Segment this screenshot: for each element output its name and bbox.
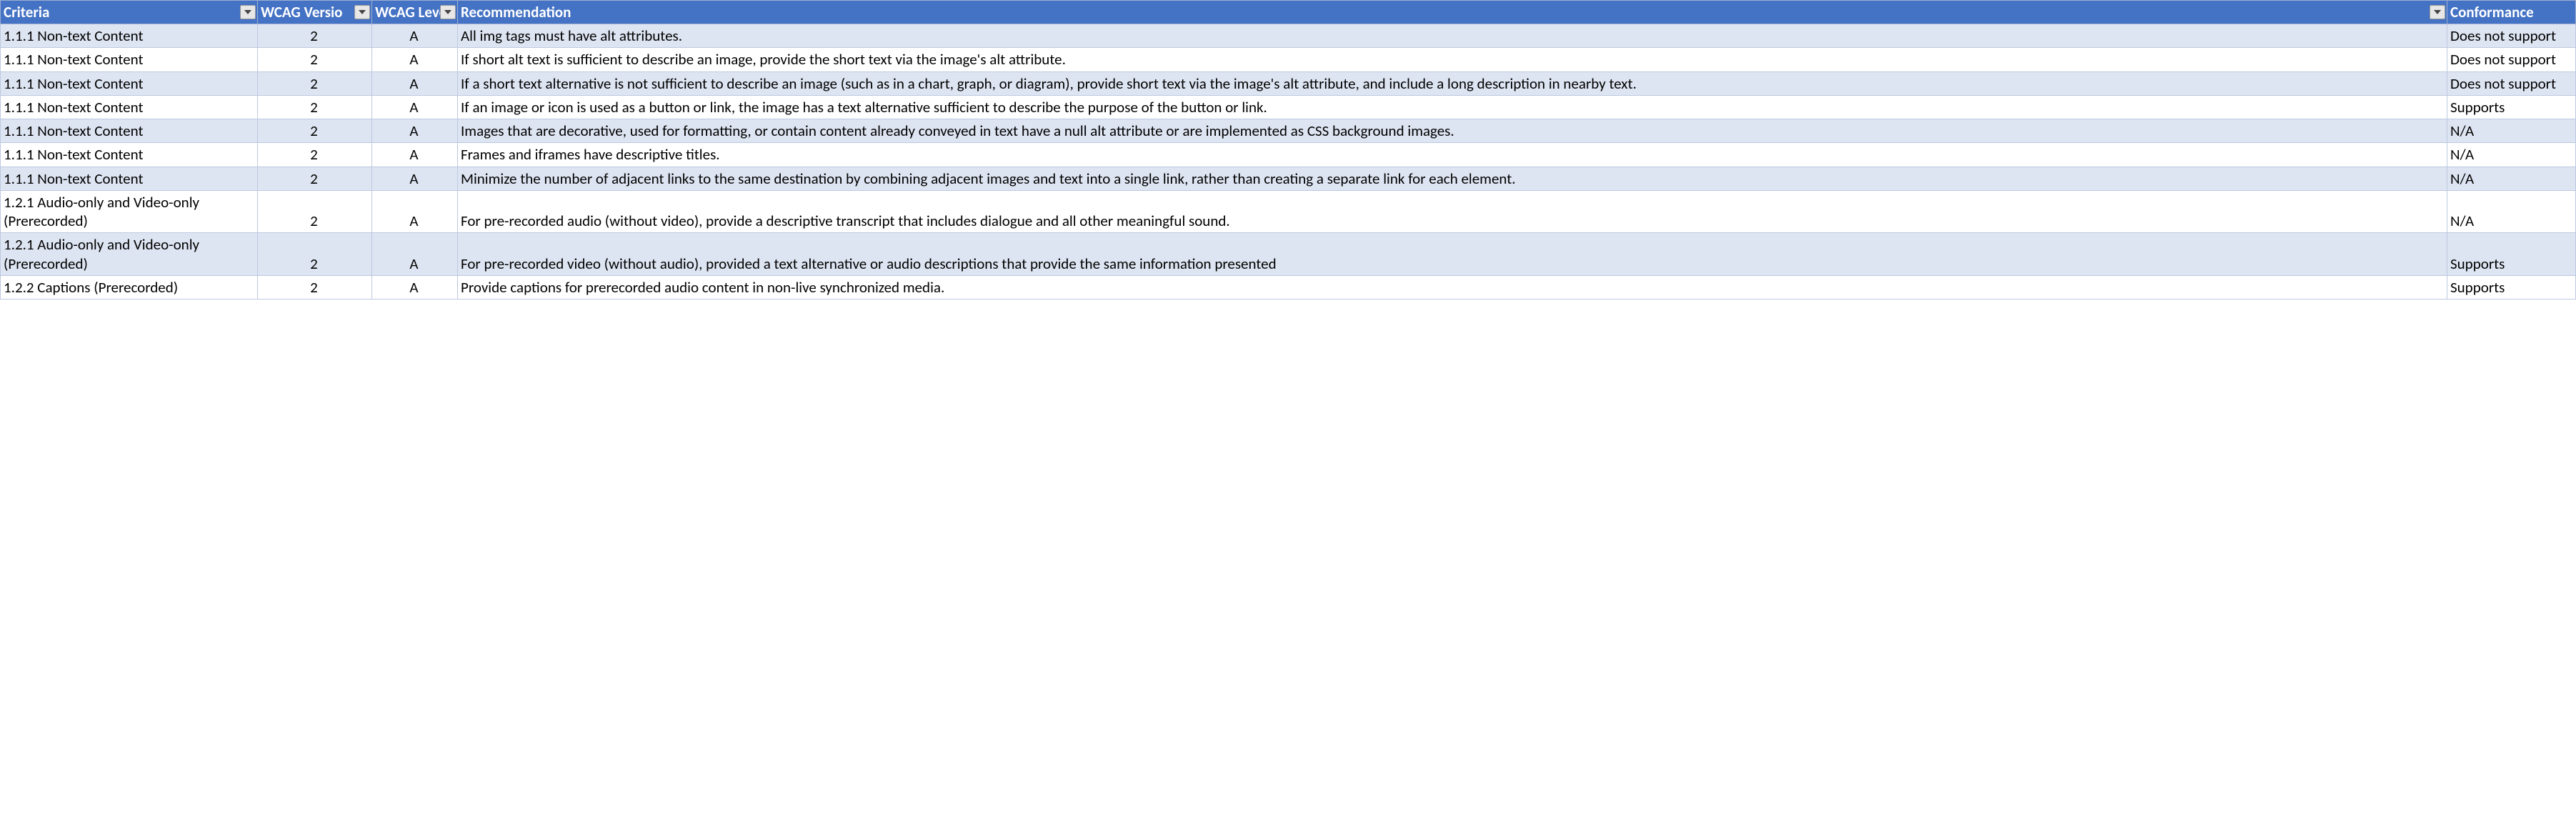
cell-criteria[interactable]: 1.1.1 Non-text Content	[1, 71, 258, 95]
cell-conformance[interactable]: Supports	[2447, 275, 2576, 299]
table-row[interactable]: 1.1.1 Non-text Content2AIf short alt tex…	[1, 48, 2576, 71]
header-level-label: WCAG Leve	[375, 3, 446, 21]
header-conformance-label: Conformance	[2450, 3, 2534, 21]
cell-conformance[interactable]: Does not support	[2447, 24, 2576, 48]
filter-version-button[interactable]	[354, 5, 370, 19]
cell-recommendation[interactable]: Images that are decorative, used for for…	[458, 119, 2447, 143]
cell-criteria[interactable]: 1.1.1 Non-text Content	[1, 119, 258, 143]
cell-level[interactable]: A	[372, 119, 458, 143]
cell-level[interactable]: A	[372, 167, 458, 190]
cell-version[interactable]: 2	[258, 95, 372, 119]
cell-recommendation[interactable]: For pre-recorded audio (without video), …	[458, 190, 2447, 233]
filter-level-button[interactable]	[440, 5, 456, 19]
cell-version[interactable]: 2	[258, 71, 372, 95]
chevron-down-icon	[444, 10, 451, 14]
header-row: Criteria WCAG Versio WCAG Leve Recommend…	[1, 1, 2576, 24]
cell-level[interactable]: A	[372, 233, 458, 276]
header-conformance[interactable]: Conformance	[2447, 1, 2576, 24]
header-level[interactable]: WCAG Leve	[372, 1, 458, 24]
cell-criteria[interactable]: 1.1.1 Non-text Content	[1, 48, 258, 71]
table-row[interactable]: 1.1.1 Non-text Content2AMinimize the num…	[1, 167, 2576, 190]
header-criteria-label: Criteria	[4, 3, 49, 21]
cell-conformance[interactable]: Does not support	[2447, 71, 2576, 95]
chevron-down-icon	[359, 10, 366, 14]
chevron-down-icon	[2434, 10, 2441, 14]
cell-level[interactable]: A	[372, 71, 458, 95]
cell-level[interactable]: A	[372, 24, 458, 48]
cell-conformance[interactable]: Does not support	[2447, 48, 2576, 71]
cell-recommendation[interactable]: Minimize the number of adjacent links to…	[458, 167, 2447, 190]
cell-recommendation[interactable]: For pre-recorded video (without audio), …	[458, 233, 2447, 276]
cell-version[interactable]: 2	[258, 143, 372, 167]
chevron-down-icon	[244, 10, 251, 14]
cell-criteria[interactable]: 1.1.1 Non-text Content	[1, 95, 258, 119]
cell-conformance[interactable]: N/A	[2447, 190, 2576, 233]
header-recommendation-label: Recommendation	[461, 3, 571, 21]
table-row[interactable]: 1.2.1 Audio-only and Video-only (Prereco…	[1, 233, 2576, 276]
cell-version[interactable]: 2	[258, 119, 372, 143]
table-row[interactable]: 1.1.1 Non-text Content2AIf a short text …	[1, 71, 2576, 95]
cell-criteria[interactable]: 1.1.1 Non-text Content	[1, 167, 258, 190]
cell-version[interactable]: 2	[258, 24, 372, 48]
filter-criteria-button[interactable]	[240, 5, 256, 19]
filter-recommendation-button[interactable]	[2430, 5, 2445, 19]
cell-version[interactable]: 2	[258, 233, 372, 276]
cell-level[interactable]: A	[372, 190, 458, 233]
cell-recommendation[interactable]: Provide captions for prerecorded audio c…	[458, 275, 2447, 299]
cell-criteria[interactable]: 1.2.1 Audio-only and Video-only (Prereco…	[1, 233, 258, 276]
table-row[interactable]: 1.1.1 Non-text Content2AFrames and ifram…	[1, 143, 2576, 167]
cell-recommendation[interactable]: If short alt text is sufficient to descr…	[458, 48, 2447, 71]
cell-criteria[interactable]: 1.2.2 Captions (Prerecorded)	[1, 275, 258, 299]
cell-conformance[interactable]: N/A	[2447, 167, 2576, 190]
cell-level[interactable]: A	[372, 95, 458, 119]
header-recommendation[interactable]: Recommendation	[458, 1, 2447, 24]
cell-recommendation[interactable]: All img tags must have alt attributes.	[458, 24, 2447, 48]
table-row[interactable]: 1.2.1 Audio-only and Video-only (Prereco…	[1, 190, 2576, 233]
cell-level[interactable]: A	[372, 275, 458, 299]
cell-version[interactable]: 2	[258, 275, 372, 299]
cell-recommendation[interactable]: Frames and iframes have descriptive titl…	[458, 143, 2447, 167]
cell-version[interactable]: 2	[258, 48, 372, 71]
cell-level[interactable]: A	[372, 48, 458, 71]
table-row[interactable]: 1.1.1 Non-text Content2AIf an image or i…	[1, 95, 2576, 119]
cell-conformance[interactable]: N/A	[2447, 119, 2576, 143]
cell-version[interactable]: 2	[258, 190, 372, 233]
cell-conformance[interactable]: Supports	[2447, 95, 2576, 119]
cell-criteria[interactable]: 1.1.1 Non-text Content	[1, 24, 258, 48]
table-row[interactable]: 1.1.1 Non-text Content2AAll img tags mus…	[1, 24, 2576, 48]
table-row[interactable]: 1.2.2 Captions (Prerecorded)2AProvide ca…	[1, 275, 2576, 299]
cell-recommendation[interactable]: If a short text alternative is not suffi…	[458, 71, 2447, 95]
cell-level[interactable]: A	[372, 143, 458, 167]
cell-recommendation[interactable]: If an image or icon is used as a button …	[458, 95, 2447, 119]
header-criteria[interactable]: Criteria	[1, 1, 258, 24]
wcag-table: Criteria WCAG Versio WCAG Leve Recommend…	[0, 0, 2576, 299]
cell-criteria[interactable]: 1.2.1 Audio-only and Video-only (Prereco…	[1, 190, 258, 233]
cell-version[interactable]: 2	[258, 167, 372, 190]
cell-conformance[interactable]: Supports	[2447, 233, 2576, 276]
cell-conformance[interactable]: N/A	[2447, 143, 2576, 167]
header-version-label: WCAG Versio	[261, 3, 342, 21]
table-row[interactable]: 1.1.1 Non-text Content2AImages that are …	[1, 119, 2576, 143]
header-version[interactable]: WCAG Versio	[258, 1, 372, 24]
cell-criteria[interactable]: 1.1.1 Non-text Content	[1, 143, 258, 167]
